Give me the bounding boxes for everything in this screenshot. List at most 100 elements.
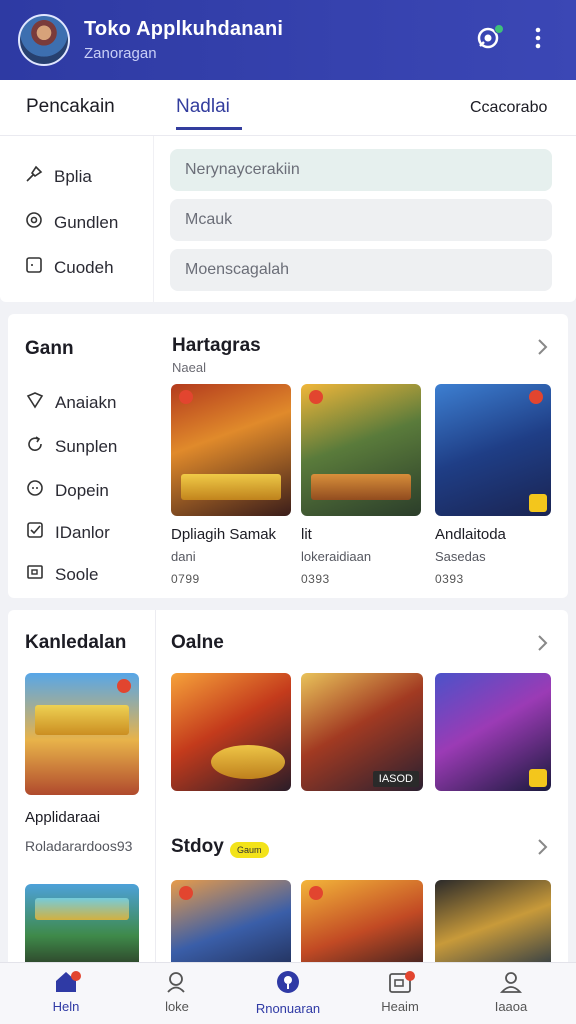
calendar-icon <box>355 969 445 995</box>
bottom-nav: Heln loke Rnonuaran Heaim Iaaoa <box>0 962 576 1024</box>
search-field-3[interactable]: Moenscagalah <box>170 249 552 291</box>
game-thumbnail[interactable]: IASOD <box>301 673 423 791</box>
game-meta: Sasedas <box>435 549 486 564</box>
more-vert-icon <box>534 27 542 54</box>
tab-label: Ccacorabo <box>470 99 548 116</box>
chevron-right-icon[interactable] <box>536 838 548 861</box>
side-item-soole[interactable]: Soole <box>25 562 98 587</box>
divider <box>155 610 156 970</box>
game-card[interactable]: Dpliagih Samak dani 0799 <box>171 384 291 586</box>
game-card[interactable]: Andlaitoda Sasedas 0393 <box>435 384 551 586</box>
menu-item-label: Cuodeh <box>54 257 114 277</box>
featured-card[interactable]: Applidaraai Roladarardoos93 <box>25 673 139 854</box>
game-title: Dpliagih Samak <box>171 526 277 543</box>
side-item-dopein[interactable]: Dopein <box>25 478 109 503</box>
checkbox-icon <box>25 520 55 545</box>
game-meta: lokeraidiaan <box>301 549 372 564</box>
menu-item-gundlen[interactable]: Gundlen <box>24 210 118 235</box>
side-item-sunplen[interactable]: Sunplen <box>25 434 117 459</box>
game-meta: dani <box>171 549 196 564</box>
game-thumbnail[interactable] <box>171 880 291 970</box>
side-item-anaiakn[interactable]: Anaiakn <box>25 390 116 415</box>
app-titles: Toko Applkuhdanani Zanoragan <box>84 18 468 62</box>
game-badge <box>117 679 131 693</box>
active-tab-indicator <box>176 127 242 130</box>
section-title: Oalne <box>171 632 224 653</box>
search-field-2[interactable]: Mcauk <box>170 199 552 241</box>
nav-badge <box>405 971 415 981</box>
field-placeholder: Mcauk <box>185 211 233 228</box>
game-card[interactable]: lit lokeraidiaan 0393 <box>301 384 421 586</box>
side-item-label: IDanlor <box>55 522 110 542</box>
section-title: Stdoy <box>171 836 224 857</box>
image-icon <box>25 562 55 587</box>
menu-item-bplia[interactable]: Bplia <box>24 164 92 189</box>
chevron-right-icon[interactable] <box>536 338 548 361</box>
side-title: Kanledalan <box>25 632 127 653</box>
app-title: Toko Applkuhdanani <box>84 18 284 40</box>
side-item-idanlor[interactable]: IDanlor <box>25 520 110 545</box>
settings-icon <box>24 210 54 235</box>
game-thumbnail <box>435 384 551 516</box>
notification-button[interactable] <box>468 20 508 60</box>
field-placeholder: Nerynaycerakiin <box>185 161 300 178</box>
square-icon <box>24 255 54 280</box>
nav-badge <box>71 971 81 981</box>
nav-item-heaim[interactable]: Heaim <box>355 969 445 1014</box>
game-thumbnail[interactable] <box>435 880 551 970</box>
game-thumbnail[interactable] <box>435 673 551 791</box>
game-caption: IASOD <box>372 771 419 787</box>
tab-nadlai[interactable]: Nadlai <box>176 96 242 130</box>
profile-icon <box>466 969 556 995</box>
tab-ccacorabo[interactable]: Ccacorabo <box>470 99 547 117</box>
search-user-icon <box>132 969 222 995</box>
game-logo <box>35 705 129 735</box>
search-panel: Pencakain Nadlai Ccacorabo Bplia Gundlen… <box>0 80 576 302</box>
game-thumbnail[interactable] <box>25 884 139 970</box>
section-badge: Gaum <box>230 842 269 858</box>
menu-item-cuodeh[interactable]: Cuodeh <box>24 255 114 280</box>
nav-label: Rnonuaran <box>255 1001 321 1016</box>
game-price: 0799 <box>171 572 200 586</box>
divider <box>153 136 154 302</box>
featured-panel: Kanledalan Applidaraai Roladarardoos93 O… <box>8 610 568 970</box>
nav-item-heln[interactable]: Heln <box>21 969 111 1014</box>
home-icon <box>21 969 111 995</box>
more-button[interactable] <box>518 20 558 60</box>
nav-item-iaaoa[interactable]: Iaaoa <box>466 969 556 1014</box>
avatar[interactable] <box>18 14 70 66</box>
nav-label: loke <box>165 999 189 1014</box>
side-item-label: Soole <box>55 564 99 584</box>
game-title: Applidaraai <box>25 809 101 826</box>
game-title: Andlaitoda <box>435 526 506 543</box>
game-thumbnail[interactable] <box>171 673 291 791</box>
location-icon <box>243 969 333 997</box>
game-thumbnail[interactable] <box>301 880 423 970</box>
nav-item-rnonuaran[interactable]: Rnonuaran <box>243 969 333 1016</box>
nav-label: Heln <box>52 999 80 1014</box>
app-bar: Toko Applkuhdanani Zanoragan <box>0 0 576 80</box>
game-price: 0393 <box>301 572 330 586</box>
game-thumbnail <box>171 384 291 516</box>
side-title: Gann <box>25 338 74 359</box>
nav-label: Iaaoa <box>494 999 528 1014</box>
game-badge <box>529 390 543 404</box>
tab-label: Pencakain <box>26 96 115 117</box>
side-item-label: Anaiakn <box>55 392 117 412</box>
search-field-1[interactable]: Nerynaycerakiin <box>170 149 552 191</box>
game-corner-badge <box>529 494 547 512</box>
menu-item-label: Bplia <box>54 166 92 186</box>
shield-icon <box>25 390 55 415</box>
refresh-icon <box>25 434 55 459</box>
tool-icon <box>24 164 54 189</box>
game-badge <box>309 390 323 404</box>
nav-item-loke[interactable]: loke <box>132 969 222 1014</box>
tab-pencakain[interactable]: Pencakain <box>26 96 115 118</box>
game-logo <box>35 898 129 920</box>
nav-label: Heaim <box>381 999 419 1014</box>
chevron-right-icon[interactable] <box>536 634 548 657</box>
section-subtitle: Naeal <box>172 360 206 375</box>
game-logo <box>181 474 281 500</box>
field-placeholder: Moenscagalah <box>185 261 290 278</box>
side-item-label: Dopein <box>55 480 109 500</box>
